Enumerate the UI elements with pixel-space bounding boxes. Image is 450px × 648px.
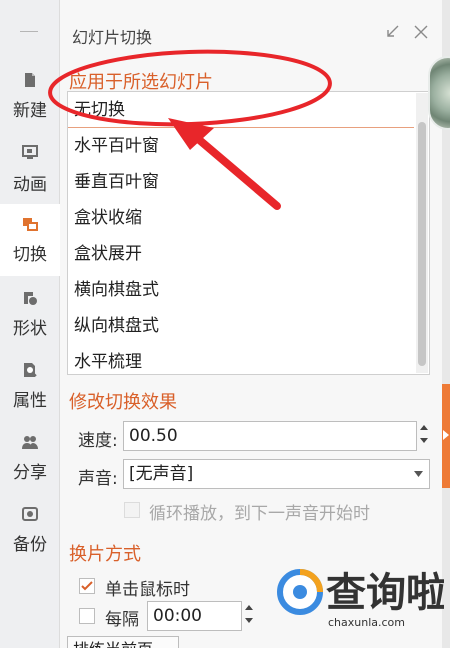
- sidebar-item-label: 分享: [13, 463, 47, 483]
- on-click-checkbox[interactable]: [79, 578, 95, 594]
- sidebar-item-label: 动画: [13, 175, 47, 195]
- loop-label: 循环播放，到下一声音开始时: [149, 504, 370, 524]
- list-item[interactable]: 横向棋盘式: [68, 272, 414, 308]
- close-icon: [414, 25, 428, 39]
- caret-up-icon: [419, 425, 428, 430]
- section-advance-title: 换片方式: [69, 544, 141, 565]
- watermark-brand: 查询啦: [326, 570, 444, 616]
- sidebar: 新建 动画 切换 形状 属性 分享 备份: [0, 0, 60, 648]
- sidebar-item-label: 备份: [13, 535, 47, 555]
- sidebar-item-share[interactable]: 分享: [0, 424, 60, 496]
- caret-down-icon: [419, 438, 428, 443]
- speed-input[interactable]: 00.50: [123, 421, 417, 451]
- sidebar-item-transition[interactable]: 切换: [0, 204, 60, 276]
- panel-toggle-tab[interactable]: [442, 384, 450, 488]
- caret-down-icon: [244, 618, 253, 623]
- every-up-button[interactable]: [241, 602, 256, 616]
- speed-label: 速度:: [78, 431, 118, 451]
- sidebar-item-label: 属性: [13, 391, 47, 411]
- properties-icon: [24, 363, 37, 377]
- shrink-arrow-icon: [387, 25, 399, 37]
- list-item[interactable]: 水平百叶窗: [68, 128, 414, 164]
- list-item[interactable]: 水平梳理: [68, 344, 414, 374]
- sound-select-value: [无声音]: [129, 464, 194, 484]
- sidebar-item-backup[interactable]: 备份: [0, 496, 60, 568]
- sidebar-item-label: 切换: [13, 245, 47, 265]
- every-checkbox[interactable]: [79, 608, 95, 624]
- new-file-icon: [25, 73, 35, 87]
- animation-icon: [22, 145, 38, 159]
- list-item[interactable]: 纵向棋盘式: [68, 308, 414, 344]
- sidebar-item-animation[interactable]: 动画: [0, 134, 60, 206]
- dock-button[interactable]: [385, 24, 399, 43]
- sidebar-item-properties[interactable]: 属性: [0, 352, 60, 424]
- sidebar-item-new[interactable]: 新建: [0, 62, 60, 134]
- watermark-domain: chaxunla.com: [328, 616, 405, 629]
- checkmark-icon: [81, 581, 93, 591]
- speed-down-button[interactable]: [416, 436, 431, 450]
- panel-title: 幻灯片切换: [72, 28, 153, 47]
- chevron-down-icon: [414, 471, 423, 477]
- list-item[interactable]: 垂直百叶窗: [68, 164, 414, 200]
- chevron-right-icon: [443, 430, 449, 440]
- slide-thumbnail-edge: [428, 56, 450, 130]
- transition-panel: 幻灯片切换 应用于所选幻灯片 无切换 水平百叶窗 垂直百叶窗 盒状收缩 盒状展开…: [60, 0, 442, 648]
- close-button[interactable]: [414, 24, 428, 43]
- list-item[interactable]: 盒状展开: [68, 236, 414, 272]
- transition-icon: [23, 218, 38, 231]
- sound-label: 声音:: [78, 469, 118, 489]
- watermark-logo: 查询啦 chaxunla.com: [277, 569, 444, 629]
- caret-up-icon: [244, 605, 253, 610]
- loop-checkbox[interactable]: [124, 502, 140, 518]
- every-down-button[interactable]: [241, 616, 256, 630]
- every-time-input[interactable]: 00:00: [147, 601, 242, 631]
- transition-list[interactable]: 无切换 水平百叶窗 垂直百叶窗 盒状收缩 盒状展开 横向棋盘式 纵向棋盘式 水平…: [67, 91, 430, 375]
- sound-select[interactable]: [无声音]: [123, 459, 430, 489]
- collapse-handle[interactable]: [20, 31, 38, 32]
- every-label: 每隔: [105, 610, 139, 630]
- shape-icon: [24, 292, 37, 305]
- share-icon: [22, 436, 38, 449]
- speed-up-button[interactable]: [416, 422, 431, 436]
- on-click-label: 单击鼠标时: [105, 580, 190, 600]
- backup-icon: [22, 507, 38, 521]
- section-modify-title: 修改切换效果: [69, 392, 177, 413]
- list-item[interactable]: 盒状收缩: [68, 200, 414, 236]
- sidebar-item-label: 新建: [13, 101, 47, 121]
- rehearse-button[interactable]: 排练当前页: [67, 636, 179, 648]
- list-item[interactable]: 无切换: [68, 92, 414, 128]
- sidebar-item-shape[interactable]: 形状: [0, 280, 60, 352]
- list-scrollbar-thumb[interactable]: [418, 122, 426, 366]
- sidebar-item-label: 形状: [13, 319, 47, 339]
